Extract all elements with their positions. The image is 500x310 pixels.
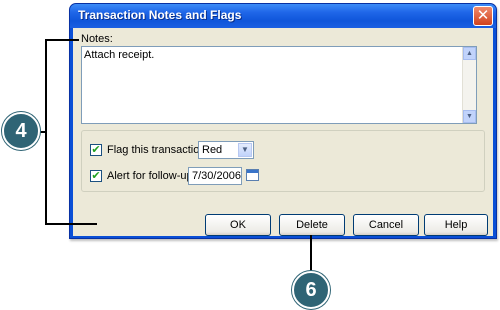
- callout-6-line: [310, 235, 312, 275]
- close-icon[interactable]: ✕: [473, 6, 493, 26]
- dialog-title: Transaction Notes and Flags: [78, 8, 242, 22]
- notes-scrollbar[interactable]: ▲ ▼: [462, 47, 476, 123]
- flag-color-select[interactable]: Red ▼: [198, 141, 254, 159]
- transaction-notes-dialog: Transaction Notes and Flags ✕ Notes: Att…: [69, 3, 497, 239]
- follow-up-date-value: 7/30/2006: [192, 170, 241, 182]
- flag-color-value: Red: [202, 144, 223, 156]
- alert-checkbox[interactable]: ✔: [90, 170, 102, 182]
- dialog-body: Notes: Attach receipt. ▲ ▼ ✔ Flag this t…: [73, 28, 493, 236]
- flag-label: Flag this transaction:: [107, 144, 209, 156]
- calendar-icon[interactable]: [246, 169, 259, 181]
- chevron-down-icon[interactable]: ▼: [238, 143, 252, 157]
- notes-label: Notes:: [81, 33, 113, 45]
- follow-up-date-field[interactable]: 7/30/2006: [188, 167, 242, 185]
- callout-6-badge: 6: [292, 271, 330, 309]
- callout-4-top-arm: [45, 39, 79, 41]
- callout-4-bottom-arm: [45, 223, 97, 225]
- flag-checkbox[interactable]: ✔: [90, 144, 102, 156]
- cancel-button[interactable]: Cancel: [353, 214, 419, 236]
- delete-button[interactable]: Delete: [279, 214, 345, 236]
- scroll-up-icon[interactable]: ▲: [463, 47, 476, 60]
- help-button[interactable]: Help: [424, 214, 488, 236]
- ok-button[interactable]: OK: [205, 214, 271, 236]
- callout-4-badge: 4: [2, 112, 40, 150]
- notes-textarea[interactable]: Attach receipt. ▲ ▼: [81, 46, 477, 124]
- flags-group: ✔ Flag this transaction: Red ▼ ✔ Alert f…: [81, 130, 485, 192]
- title-bar[interactable]: Transaction Notes and Flags ✕: [70, 4, 496, 28]
- scroll-down-icon[interactable]: ▼: [463, 110, 476, 123]
- notes-text: Attach receipt.: [84, 49, 155, 61]
